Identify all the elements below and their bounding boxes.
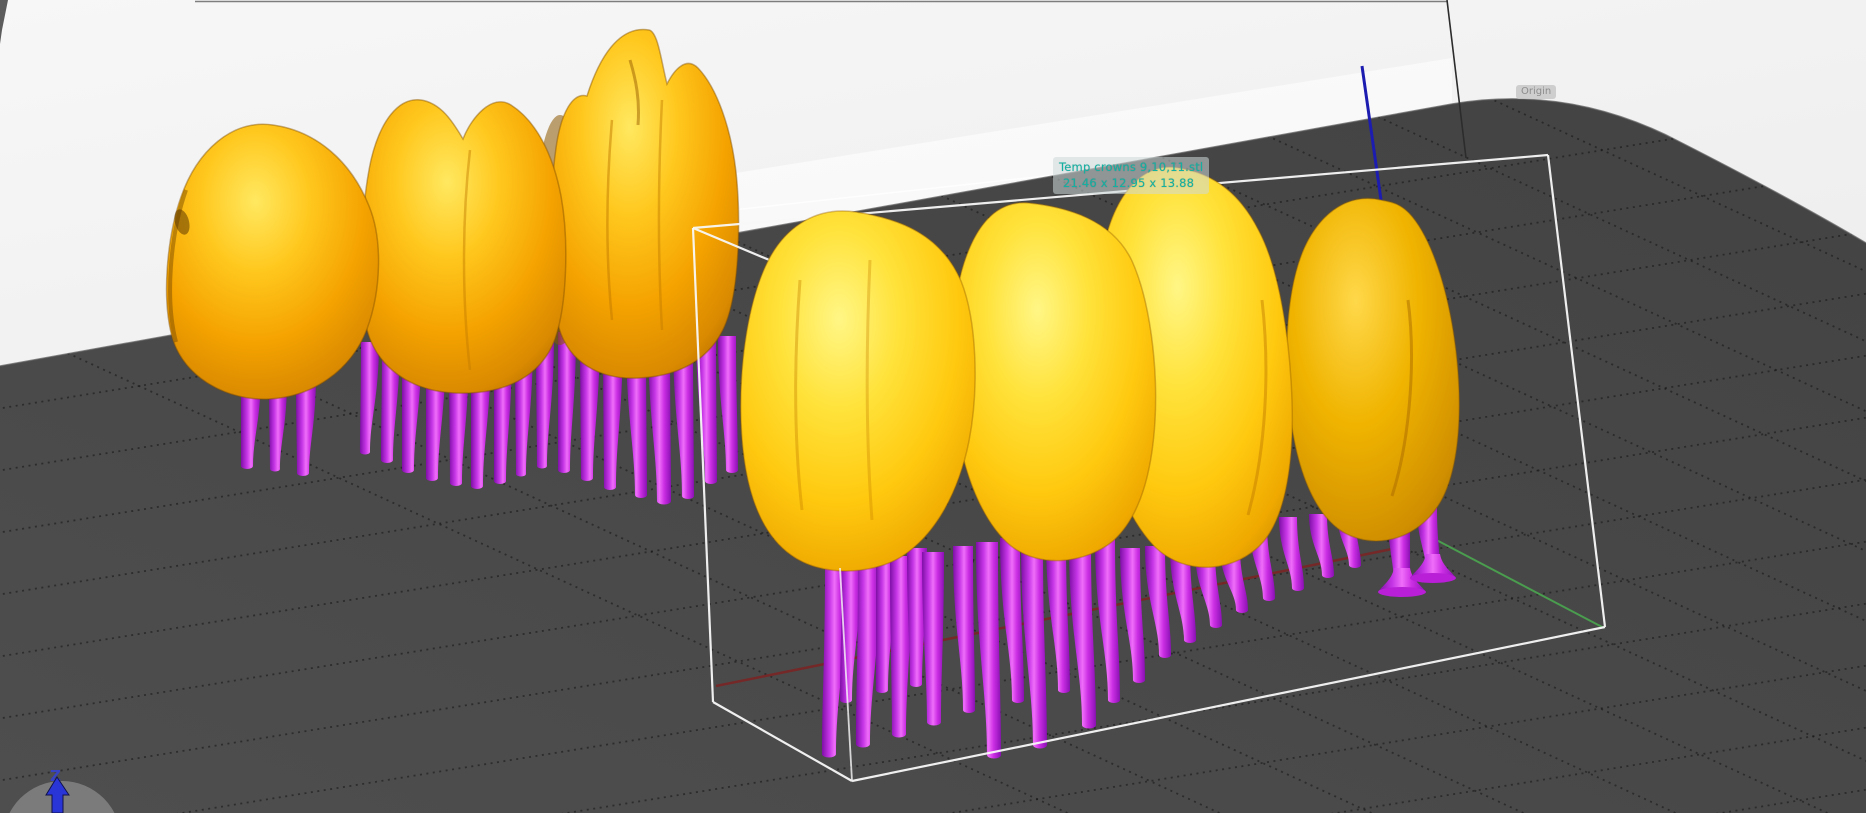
tooltip-filename: Temp crowns 9,10,11.stl [1059,160,1204,174]
crown-incisor-2[interactable] [951,202,1157,562]
slicer-3d-viewport[interactable]: Z Temp crowns 9,10,11.stl 21.46 x 12.95 … [0,0,1866,813]
crown-group-selected[interactable] [740,166,1460,572]
scene-canvas[interactable]: Z [0,0,1866,813]
selection-tooltip: Temp crowns 9,10,11.stl 21.46 x 12.95 x … [1053,157,1210,195]
tooltip-dimensions: 21.46 x 12.95 x 13.88 [1063,176,1195,191]
crown-incisor-1[interactable] [740,210,976,572]
support-foot-base [1410,573,1456,583]
origin-badge: Origin [1516,85,1557,99]
support-foot-base [1378,587,1426,597]
